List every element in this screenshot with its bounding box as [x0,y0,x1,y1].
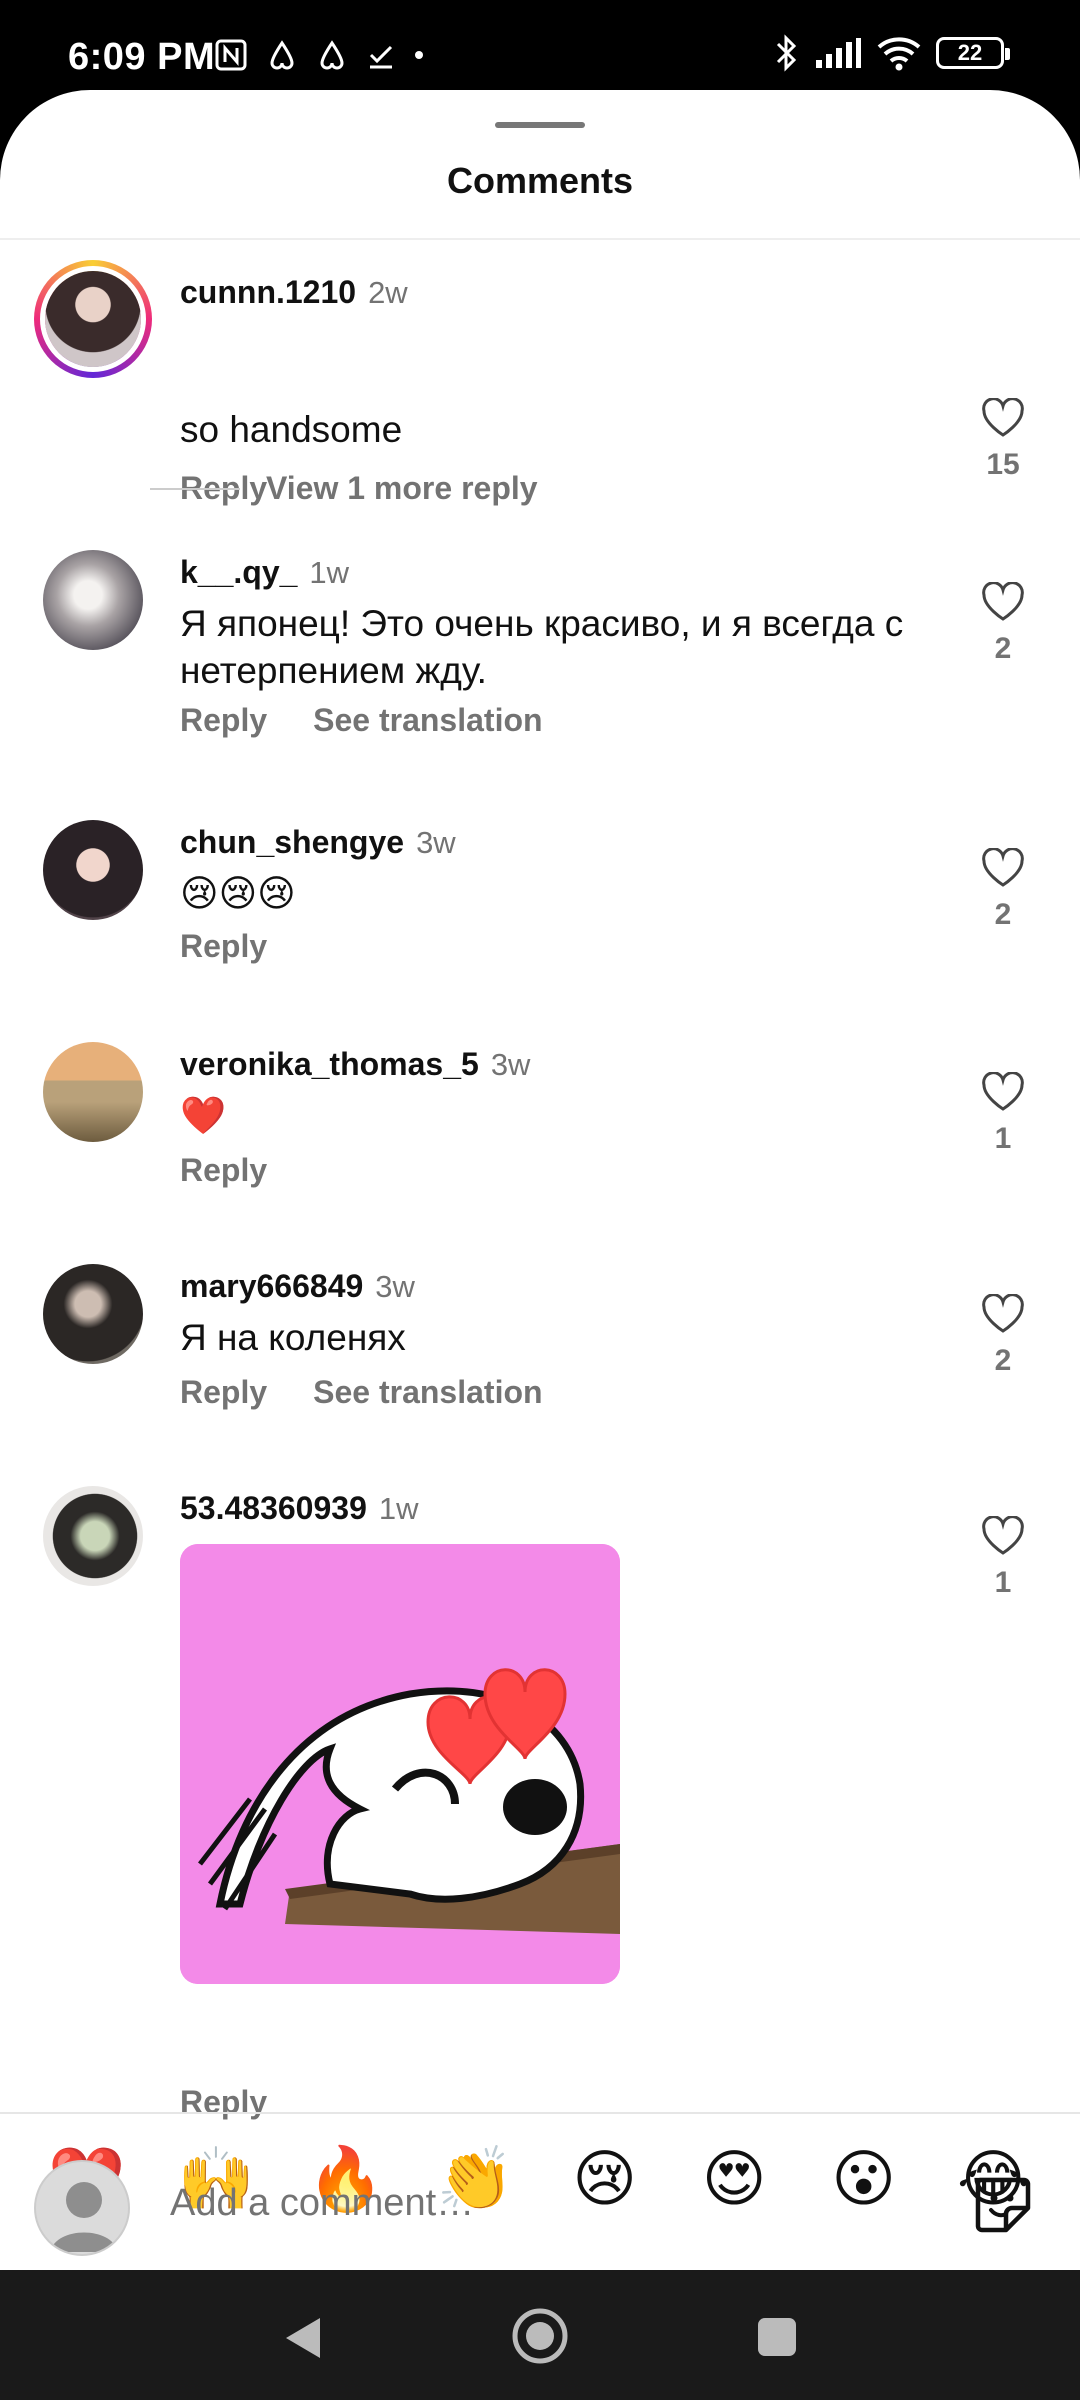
status-bar: 6:09 PM 22 [0,0,1080,92]
see-translation-button[interactable]: See translation [313,1374,542,1411]
like-count: 15 [986,448,1020,481]
comment-input[interactable]: Add a comment… [170,2182,474,2225]
avatar[interactable] [34,260,152,378]
view-more-replies[interactable]: View 1 more reply [150,470,538,507]
avatar[interactable] [43,550,143,650]
sticker-icon[interactable] [970,2172,1034,2236]
comment-username[interactable]: mary666849 [180,1268,363,1305]
avatar[interactable] [43,1264,143,1364]
comment-time: 1w [309,555,350,590]
heart-outline-icon [982,582,1024,621]
like-count: 2 [994,632,1012,665]
like-button[interactable]: 2 [960,848,1046,932]
bluetooth-icon [776,34,797,72]
view-more-replies-label[interactable]: View 1 more reply [266,470,538,507]
reply-button[interactable]: Reply [180,702,267,739]
like-button[interactable]: 15 [960,398,1046,482]
reply-button[interactable]: Reply [180,1374,267,1411]
comment-text: Я на коленях [180,1317,406,1358]
comment-text: ❤️ [180,1095,227,1136]
heart-outline-icon [982,1072,1024,1111]
comment-time: 3w [375,1269,415,1304]
dot-icon [415,51,423,59]
like-button[interactable]: 2 [960,582,1046,666]
status-time: 6:09 PM [68,36,216,78]
divider [0,238,1080,240]
like-count: 1 [994,1122,1012,1155]
nfc-icon [215,39,247,71]
like-button[interactable]: 2 [960,1294,1046,1378]
like-button[interactable]: 1 [960,1516,1046,1600]
like-count: 2 [994,1344,1012,1377]
recents-square-icon[interactable] [756,2316,798,2358]
comment-time: 2w [368,275,408,310]
my-avatar [34,2160,130,2256]
drag-handle[interactable] [495,122,585,128]
like-count: 2 [994,898,1012,931]
comment-username[interactable]: k__.qy_ [180,554,297,591]
comment-username[interactable]: chun_shengye [180,824,404,861]
avatar[interactable] [43,820,143,920]
heart-outline-icon [982,398,1024,437]
airbnb-icon [270,40,294,70]
comment-text: Я японец! Это очень красиво, и я всегда … [180,603,904,691]
see-translation-button[interactable]: See translation [313,702,542,739]
comment-text: 😢😢😢 [180,873,296,914]
heart-outline-icon [982,848,1024,887]
divider [150,487,240,490]
like-count: 1 [994,1566,1012,1599]
comments-sheet: Comments cunnn.1210 2w so handsome Reply… [0,90,1080,2270]
comment-time: 1w [378,1491,419,1526]
comment-username[interactable]: veronika_thomas_5 [180,1046,479,1083]
reply-button[interactable]: Reply [180,1152,267,1189]
divider [0,2112,1080,2114]
notification-icons [214,38,424,72]
comment-username[interactable]: cunnn.1210 [180,274,356,311]
avatar[interactable] [43,1042,143,1142]
comment-composer: Add a comment… [0,2160,1080,2270]
battery-level: 22 [957,40,983,65]
system-nav-bar [0,2270,1080,2400]
like-button[interactable]: 1 [960,1072,1046,1156]
sheet-title: Comments [446,160,634,201]
avatar[interactable] [43,1486,143,1586]
download-done-icon [369,45,393,69]
comment-time: 3w [416,825,456,860]
comment-username[interactable]: 53.48360939 [180,1490,367,1527]
wifi-icon [877,37,921,71]
system-icons: 22 [774,34,1010,72]
home-circle-icon[interactable] [510,2306,570,2366]
heart-outline-icon [982,1516,1024,1555]
back-triangle-icon[interactable] [280,2314,324,2362]
reply-button[interactable]: Reply [180,2084,267,2121]
comment-text: so handsome [180,409,403,450]
battery-indicator: 22 [936,37,1010,69]
heart-outline-icon [982,1294,1024,1333]
sticker-image[interactable] [180,1544,620,1984]
reply-button[interactable]: Reply [180,928,267,965]
comment-time: 3w [490,1047,531,1082]
signal-icon [816,38,861,68]
airbnb-icon [320,40,344,70]
